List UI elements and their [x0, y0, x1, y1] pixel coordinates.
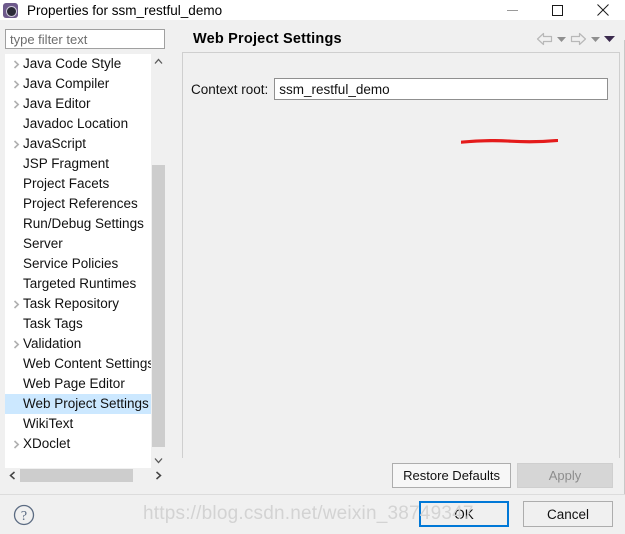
expand-arrow-icon[interactable]: [9, 59, 23, 69]
close-icon[interactable]: [580, 0, 625, 20]
sidebar-item-project-references[interactable]: Project References: [5, 194, 151, 214]
help-icon[interactable]: ?: [13, 504, 35, 526]
title-bar: Properties for ssm_restful_demo: [0, 0, 625, 20]
svg-text:?: ?: [21, 509, 27, 524]
apply-button-row: Restore Defaults Apply: [178, 458, 625, 494]
page-header: Web Project Settings: [182, 25, 620, 53]
restore-defaults-button[interactable]: Restore Defaults: [392, 463, 511, 488]
sidebar-item-label: JSP Fragment: [23, 156, 110, 171]
sidebar-item-project-facets[interactable]: Project Facets: [5, 174, 151, 194]
sidebar-item-web-content-settings[interactable]: Web Content Settings: [5, 354, 155, 374]
sidebar-item-label: JavaScript: [23, 136, 87, 151]
expand-arrow-icon[interactable]: [9, 339, 23, 349]
sidebar-item-java-editor[interactable]: Java Editor: [5, 94, 151, 114]
sidebar-item-label: Project Facets: [23, 176, 110, 191]
page-pane: Web Project Settings Context root: ssm_r…: [178, 20, 625, 494]
expand-arrow-icon[interactable]: [9, 439, 23, 449]
sidebar-item-label: Java Code Style: [23, 56, 122, 71]
scroll-left-icon[interactable]: [5, 468, 20, 483]
tree-horizontal-scrollbar[interactable]: [5, 468, 166, 483]
window-controls: [490, 0, 625, 20]
sidebar-item-validation[interactable]: Validation: [5, 334, 151, 354]
web-project-settings-form: Context root:: [182, 53, 620, 458]
cancel-button[interactable]: Cancel: [523, 501, 613, 527]
sidebar-item-label: Run/Debug Settings: [23, 216, 144, 231]
dialog-action-buttons: OK Cancel: [419, 501, 613, 527]
scroll-up-icon[interactable]: [151, 54, 166, 69]
settings-tree-list: Java Code Style Java Compiler Java Editor J…: [5, 54, 155, 454]
view-menu-chevron-down-filled-icon[interactable]: [604, 35, 615, 42]
forward-menu-chevron-down-icon[interactable]: [591, 36, 600, 42]
sidebar-item-label: Javadoc Location: [23, 116, 129, 131]
expand-arrow-icon[interactable]: [9, 99, 23, 109]
sidebar-item-label: Targeted Runtimes: [23, 276, 137, 291]
sidebar-item-label: Service Policies: [23, 256, 119, 271]
expand-arrow-icon[interactable]: [9, 139, 23, 149]
sidebar-item-task-repository[interactable]: Task Repository: [5, 294, 151, 314]
sidebar-item-java-code-style[interactable]: Java Code Style: [5, 54, 151, 74]
ok-button[interactable]: OK: [419, 501, 509, 527]
sidebar-item-label: Java Compiler: [23, 76, 110, 91]
tree-hscroll-thumb[interactable]: [20, 469, 133, 482]
context-root-row: Context root:: [191, 78, 609, 100]
sidebar-item-label: Web Project Settings: [23, 396, 149, 411]
dialog-footer: ? OK Cancel: [0, 494, 625, 534]
context-root-input[interactable]: [274, 78, 609, 100]
sidebar-item-label: Task Tags: [23, 316, 83, 331]
sidebar-item-label: Project References: [23, 196, 138, 211]
minimize-icon[interactable]: [490, 0, 535, 20]
sidebar-item-run-debug-settings[interactable]: Run/Debug Settings: [5, 214, 151, 234]
page-title: Web Project Settings: [193, 30, 342, 47]
sidebar-item-label: WikiText: [23, 416, 74, 431]
scroll-down-icon[interactable]: [151, 453, 166, 468]
sidebar-item-label: Web Content Settings: [23, 356, 155, 371]
properties-gear-icon: [3, 2, 19, 18]
tree-hscroll-track[interactable]: [20, 468, 151, 483]
sidebar-item-wikitext[interactable]: WikiText: [5, 414, 151, 434]
sidebar-item-jsp-fragment[interactable]: JSP Fragment: [5, 154, 151, 174]
dialog-body: Java Code Style Java Compiler Java Editor J…: [0, 20, 625, 514]
sidebar-item-targeted-runtimes[interactable]: Targeted Runtimes: [5, 274, 151, 294]
sidebar-item-web-page-editor[interactable]: Web Page Editor: [5, 374, 151, 394]
sidebar-item-server[interactable]: Server: [5, 234, 151, 254]
page-nav-toolbar: [536, 25, 615, 52]
tree-vertical-scrollbar[interactable]: [151, 54, 166, 468]
sidebar-item-javascript[interactable]: JavaScript: [5, 134, 151, 154]
sidebar-item-java-compiler[interactable]: Java Compiler: [5, 74, 151, 94]
expand-arrow-icon[interactable]: [9, 299, 23, 309]
maximize-icon[interactable]: [535, 0, 580, 20]
sidebar-item-web-project-settings[interactable]: Web Project Settings: [5, 394, 151, 414]
sidebar-item-label: Java Editor: [23, 96, 91, 111]
back-arrow-icon[interactable]: [536, 32, 553, 46]
sidebar-item-task-tags[interactable]: Task Tags: [5, 314, 151, 334]
filter-input[interactable]: [5, 29, 165, 49]
sidebar-item-javadoc-location[interactable]: Javadoc Location: [5, 114, 151, 134]
forward-arrow-icon[interactable]: [570, 32, 587, 46]
context-root-label: Context root:: [191, 81, 269, 97]
sidebar-item-xdoclet[interactable]: XDoclet: [5, 434, 151, 454]
sidebar-item-label: Task Repository: [23, 296, 120, 311]
window-title: Properties for ssm_restful_demo: [27, 2, 223, 18]
apply-button: Apply: [517, 463, 613, 488]
tree-scroll-thumb[interactable]: [152, 165, 165, 447]
red-annotation-underline: [461, 139, 558, 144]
expand-arrow-icon[interactable]: [9, 79, 23, 89]
sidebar-item-label: Validation: [23, 336, 82, 351]
settings-tree[interactable]: Java Code Style Java Compiler Java Editor J…: [5, 54, 165, 468]
settings-tree-pane: Java Code Style Java Compiler Java Editor J…: [0, 20, 177, 494]
scroll-right-icon[interactable]: [151, 468, 166, 483]
back-menu-chevron-down-icon[interactable]: [557, 36, 566, 42]
sidebar-item-label: Server: [23, 236, 63, 251]
sidebar-item-label: XDoclet: [23, 436, 71, 451]
sidebar-item-service-policies[interactable]: Service Policies: [5, 254, 151, 274]
sidebar-item-label: Web Page Editor: [23, 376, 125, 391]
